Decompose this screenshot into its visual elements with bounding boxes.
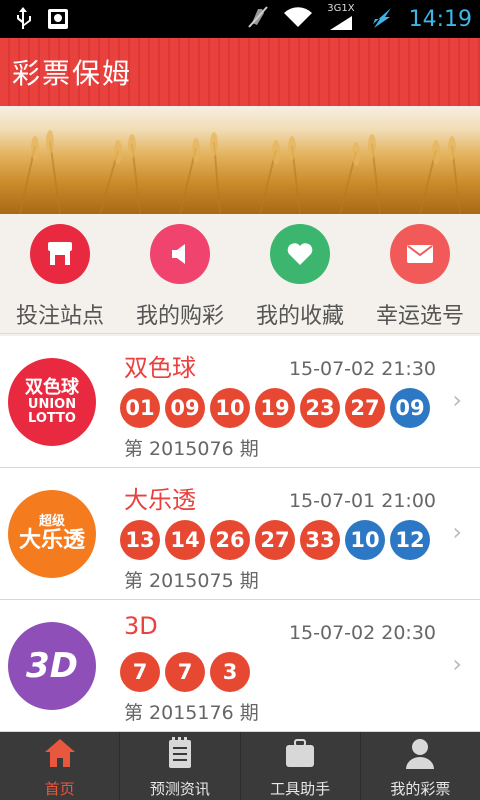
winning-numbers: 7 7 3 xyxy=(120,652,250,692)
app-header: 彩票保姆 xyxy=(0,38,480,106)
draw-issue: 第 2015176 期 xyxy=(124,702,259,724)
quick-item-label: 幸运选号 xyxy=(375,304,464,329)
red-ball: 7 xyxy=(120,652,160,692)
red-ball: 26 xyxy=(210,520,250,560)
notepad-icon xyxy=(162,736,198,774)
shuangseqiu-logo: 双色球 UNION LOTTO xyxy=(8,358,96,446)
blue-ball: 12 xyxy=(390,520,430,560)
quick-item-label: 我的收藏 xyxy=(255,304,344,329)
red-ball: 19 xyxy=(255,388,295,428)
tab-label: 工具助手 xyxy=(270,780,331,798)
chevron-right-icon: › xyxy=(452,650,462,678)
wheat-field-image xyxy=(19,130,461,214)
red-ball: 27 xyxy=(345,388,385,428)
chevron-right-icon: › xyxy=(452,386,462,414)
lottery-name: 双色球 xyxy=(124,354,196,382)
red-ball: 33 xyxy=(300,520,340,560)
red-ball: 7 xyxy=(165,652,205,692)
briefcase-icon xyxy=(282,736,318,774)
heart-icon xyxy=(270,224,330,284)
quick-item-lucky-picks[interactable]: 幸运选号 xyxy=(360,224,480,330)
tab-predictions[interactable]: 预测资讯 xyxy=(119,732,239,800)
draw-date: 15-07-02 20:30 xyxy=(288,622,436,644)
quick-menu: 投注站点 我的购彩 我的收藏 幸运选号 xyxy=(0,214,480,334)
daletou-logo: 超级 大乐透 xyxy=(8,490,96,578)
draw-issue: 第 2015076 期 xyxy=(124,438,259,460)
lottery-name: 3D xyxy=(124,612,158,640)
tab-tools[interactable]: 工具助手 xyxy=(239,732,360,800)
home-icon xyxy=(42,736,78,774)
red-ball: 23 xyxy=(300,388,340,428)
tab-label: 首页 xyxy=(44,780,75,798)
status-bar: 3G1X 14:19 xyxy=(0,0,480,38)
draw-date: 15-07-02 21:30 xyxy=(288,358,436,380)
3d-logo: 3D xyxy=(8,622,96,710)
app-title: 彩票保姆 xyxy=(12,57,133,90)
chevron-right-icon: › xyxy=(452,518,462,546)
clock: 14:19 xyxy=(408,6,472,32)
lottery-row-3d[interactable]: 3D 3D 15-07-02 20:30 7 7 3 第 2015176 期 › xyxy=(0,600,480,732)
red-ball: 3 xyxy=(210,652,250,692)
red-ball: 09 xyxy=(165,388,205,428)
bottom-tab-bar: 首页 预测资讯 工具助手 我的彩票 xyxy=(0,732,480,800)
tab-label: 预测资讯 xyxy=(149,780,210,798)
quick-item-label: 我的购彩 xyxy=(135,304,224,329)
draw-date: 15-07-01 21:00 xyxy=(288,490,436,512)
person-icon xyxy=(402,736,438,774)
quick-item-my-favorites[interactable]: 我的收藏 xyxy=(240,224,360,330)
quick-item-label: 投注站点 xyxy=(15,304,104,329)
red-ball: 10 xyxy=(210,388,250,428)
tab-home[interactable]: 首页 xyxy=(0,732,119,800)
lottery-row-shuangseqiu[interactable]: 双色球 UNION LOTTO 双色球 15-07-02 21:30 01 09… xyxy=(0,336,480,468)
tab-label: 我的彩票 xyxy=(390,780,451,798)
draw-issue: 第 2015075 期 xyxy=(124,570,259,592)
blue-ball: 10 xyxy=(345,520,385,560)
megaphone-icon xyxy=(150,224,210,284)
red-ball: 01 xyxy=(120,388,160,428)
quick-item-my-purchases[interactable]: 我的购彩 xyxy=(120,224,240,330)
winning-numbers: 01 09 10 19 23 27 09 xyxy=(120,388,430,428)
store-icon xyxy=(30,224,90,284)
battery-charging-icon xyxy=(369,4,395,34)
usb-icon xyxy=(14,6,32,36)
banner-image[interactable] xyxy=(0,106,480,214)
red-ball: 13 xyxy=(120,520,160,560)
red-ball: 27 xyxy=(255,520,295,560)
winning-numbers: 13 14 26 27 33 10 12 xyxy=(120,520,430,560)
signal-indicator: 3G1X xyxy=(327,3,355,35)
vibrate-off-icon xyxy=(247,5,269,33)
quick-item-betting-stations[interactable]: 投注站点 xyxy=(0,224,120,330)
lottery-name: 大乐透 xyxy=(124,486,196,514)
wifi-icon xyxy=(283,5,313,33)
lottery-row-daletou[interactable]: 超级 大乐透 大乐透 15-07-01 21:00 13 14 26 27 33… xyxy=(0,468,480,600)
envelope-icon xyxy=(390,224,450,284)
tab-my-lottery[interactable]: 我的彩票 xyxy=(359,732,480,800)
red-ball: 14 xyxy=(165,520,205,560)
android-debug-icon xyxy=(46,6,70,36)
blue-ball: 09 xyxy=(390,388,430,428)
